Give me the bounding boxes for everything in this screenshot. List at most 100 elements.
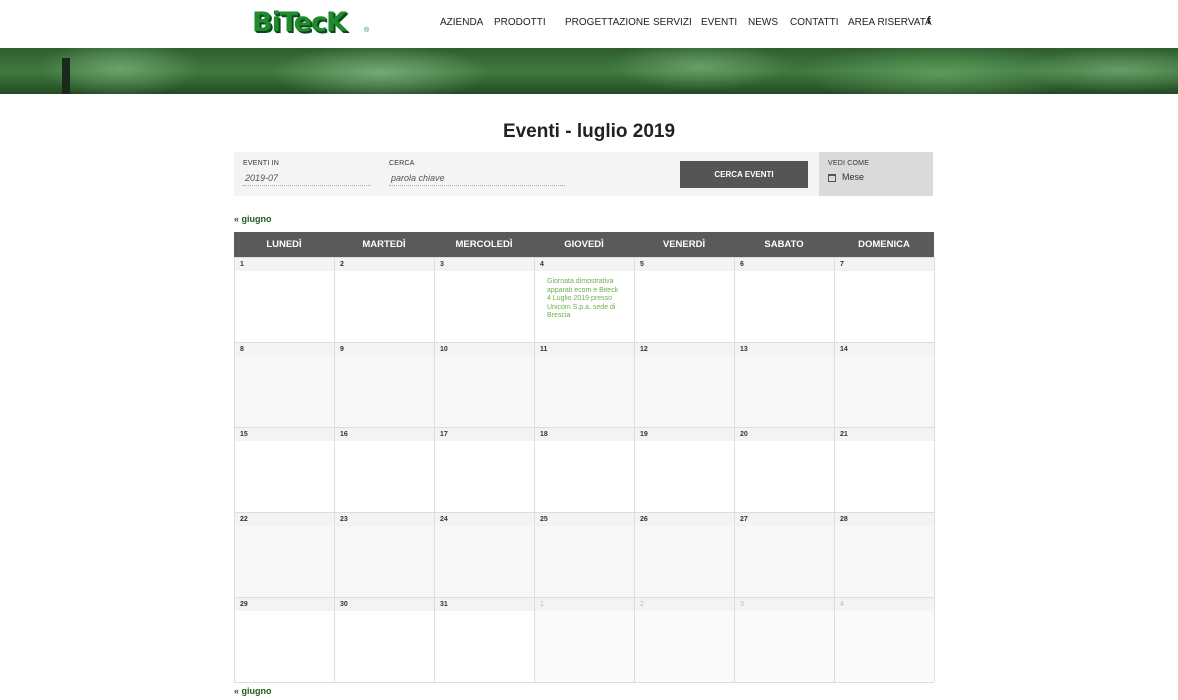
calendar-day-cell[interactable]: 26 — [635, 512, 735, 597]
chimney-graphic — [62, 58, 70, 94]
day-number: 8 — [235, 343, 334, 356]
day-number: 17 — [435, 428, 534, 441]
weekday-header-cell: LUNEDÌ — [266, 239, 302, 250]
calendar-icon — [828, 174, 836, 182]
day-number: 16 — [335, 428, 434, 441]
events-in-label: EVENTI IN — [243, 160, 280, 167]
day-number: 5 — [635, 258, 734, 271]
day-number: 9 — [335, 343, 434, 356]
calendar-day-cell[interactable]: 31 — [435, 597, 535, 682]
weekday-header-cell: MERCOLEDÌ — [455, 239, 513, 250]
day-number: 24 — [435, 513, 534, 526]
day-number: 4 — [835, 598, 934, 611]
calendar-day-cell[interactable]: 4 Giornata dimostrativa apparati ecom e … — [535, 257, 635, 342]
calendar-day-cell[interactable]: 13 — [735, 342, 835, 427]
calendar-day-cell[interactable]: 10 — [435, 342, 535, 427]
calendar-day-cell[interactable]: 16 — [335, 427, 435, 512]
nav-item-news[interactable]: NEWS — [748, 17, 778, 28]
calendar-day-cell-next-month[interactable]: 1 — [535, 597, 635, 682]
facebook-icon[interactable]: f — [927, 15, 931, 27]
day-number: 6 — [735, 258, 834, 271]
calendar-day-cell[interactable]: 2 — [335, 257, 435, 342]
day-number: 1 — [535, 598, 634, 611]
calendar-day-cell[interactable]: 14 — [835, 342, 935, 427]
day-number: 14 — [835, 343, 934, 356]
weekday-header-cell: MARTEDÌ — [362, 239, 406, 250]
calendar-day-cell[interactable]: 21 — [835, 427, 935, 512]
search-events-button[interactable]: CERCA EVENTI — [680, 161, 808, 188]
view-mode-value: Mese — [842, 172, 865, 182]
previous-month-link-bottom[interactable]: « giugno — [234, 686, 272, 696]
calendar-day-cell[interactable]: 15 — [235, 427, 335, 512]
event-filter-bar: EVENTI IN 2019-07 CERCA parola chiave CE… — [234, 152, 933, 196]
nav-item-servizi[interactable]: SERVIZI — [653, 17, 692, 28]
nav-item-azienda[interactable]: AZIENDA — [440, 17, 483, 28]
nav-item-eventi[interactable]: EVENTI — [701, 17, 737, 28]
day-number: 2 — [335, 258, 434, 271]
nav-item-area-riservata[interactable]: AREA RISERVATA — [848, 17, 932, 28]
keyword-search-input[interactable]: parola chiave — [389, 172, 565, 186]
calendar-day-cell[interactable]: 7 — [835, 257, 935, 342]
biteck-logo[interactable]: BiTecK ® — [252, 7, 372, 39]
calendar-day-cell[interactable]: 29 — [235, 597, 335, 682]
day-number: 21 — [835, 428, 934, 441]
calendar-day-cell-next-month[interactable]: 3 — [735, 597, 835, 682]
view-as-label: VEDI COME — [828, 160, 870, 167]
header-banner — [0, 48, 1178, 94]
calendar-day-cell-next-month[interactable]: 4 — [835, 597, 935, 682]
calendar-day-cell[interactable]: 17 — [435, 427, 535, 512]
calendar-day-cell[interactable]: 30 — [335, 597, 435, 682]
calendar-day-cell[interactable]: 9 — [335, 342, 435, 427]
day-number: 29 — [235, 598, 334, 611]
calendar-day-cell-next-month[interactable]: 2 — [635, 597, 735, 682]
view-mode-selector[interactable]: VEDI COME Mese — [819, 152, 933, 196]
logo-text: BiTecK — [252, 7, 347, 38]
calendar-day-cell[interactable]: 18 — [535, 427, 635, 512]
calendar-day-cell[interactable]: 12 — [635, 342, 735, 427]
day-number: 22 — [235, 513, 334, 526]
nav-item-contatti[interactable]: CONTATTI — [790, 17, 839, 28]
day-number: 25 — [535, 513, 634, 526]
calendar-day-cell[interactable]: 19 — [635, 427, 735, 512]
nav-item-progettazione[interactable]: PROGETTAZIONE — [565, 17, 650, 28]
calendar-day-cell[interactable]: 20 — [735, 427, 835, 512]
calendar-day-cell[interactable]: 25 — [535, 512, 635, 597]
calendar-month-grid: 1 2 3 4 Giornata dimostrativa apparati e… — [234, 257, 935, 683]
calendar-day-cell[interactable]: 6 — [735, 257, 835, 342]
day-number: 26 — [635, 513, 734, 526]
calendar-day-cell[interactable]: 28 — [835, 512, 935, 597]
day-number: 1 — [235, 258, 334, 271]
day-number: 19 — [635, 428, 734, 441]
page-title: Eventi - luglio 2019 — [502, 121, 676, 142]
calendar-day-cell[interactable]: 24 — [435, 512, 535, 597]
search-label: CERCA — [389, 160, 415, 167]
event-link[interactable]: Giornata dimostrativa apparati ecom e Bi… — [547, 278, 623, 321]
calendar-day-cell[interactable]: 22 — [235, 512, 335, 597]
day-number: 3 — [735, 598, 834, 611]
calendar-day-cell[interactable]: 3 — [435, 257, 535, 342]
calendar-day-cell[interactable]: 11 — [535, 342, 635, 427]
day-number: 12 — [635, 343, 734, 356]
day-number: 11 — [535, 343, 634, 356]
events-in-date-field[interactable]: 2019-07 — [243, 172, 371, 186]
day-number: 23 — [335, 513, 434, 526]
day-number: 28 — [835, 513, 934, 526]
day-number: 18 — [535, 428, 634, 441]
day-number: 15 — [235, 428, 334, 441]
weekday-header-cell: GIOVEDÌ — [564, 239, 604, 250]
calendar-day-cell[interactable]: 1 — [235, 257, 335, 342]
weekday-header-cell: DOMENICA — [858, 239, 910, 250]
calendar-day-cell[interactable]: 23 — [335, 512, 435, 597]
logo-registered-mark: ® — [364, 27, 370, 34]
calendar-day-cell[interactable]: 5 — [635, 257, 735, 342]
calendar-day-cell[interactable]: 8 — [235, 342, 335, 427]
previous-month-link-top[interactable]: « giugno — [234, 214, 272, 224]
weekday-header-cell: VENERDÌ — [662, 239, 706, 250]
nav-item-prodotti[interactable]: PRODOTTI — [494, 17, 546, 28]
day-number: 20 — [735, 428, 834, 441]
day-number: 30 — [335, 598, 434, 611]
day-number: 7 — [835, 258, 934, 271]
day-number: 4 — [535, 258, 634, 271]
weekday-header-cell: SABATO — [764, 239, 804, 250]
calendar-day-cell[interactable]: 27 — [735, 512, 835, 597]
